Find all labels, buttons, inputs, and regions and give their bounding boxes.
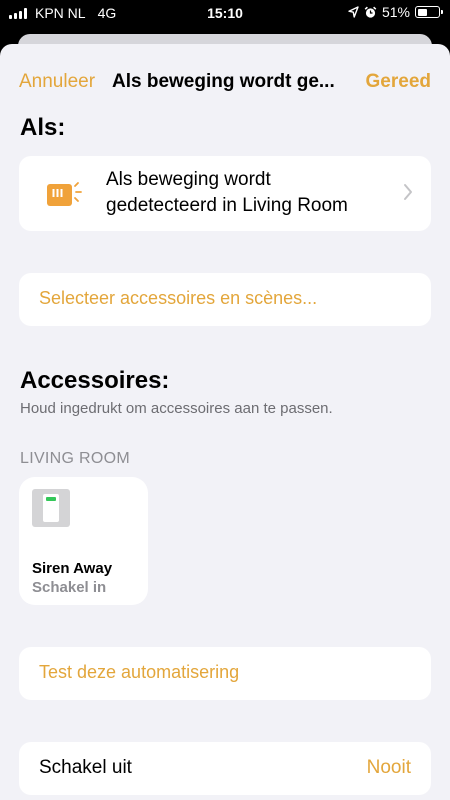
turn-off-value: Nooit: [366, 757, 411, 778]
room-label: LIVING ROOM: [20, 450, 130, 467]
trigger-row[interactable]: Als beweging wordt gedetecteerd in Livin…: [19, 156, 431, 231]
accessory-state: Schakel in: [32, 579, 107, 596]
chevron-right-icon: [404, 184, 412, 200]
accessory-name: Siren Away: [32, 560, 113, 577]
automation-sheet: Annuleer Als beweging wordt ge... Gereed…: [0, 44, 450, 800]
status-bar-right: 51%: [348, 4, 443, 20]
battery-level: [417, 8, 428, 16]
navigation-bar: Annuleer Als beweging wordt ge... Gereed: [0, 44, 450, 120]
select-accessories-button[interactable]: Selecteer accessoires en scènes...: [19, 273, 431, 326]
test-automation-label: Test deze automatisering: [39, 662, 240, 682]
test-automation-button[interactable]: Test deze automatisering: [19, 647, 431, 700]
battery-icon: [415, 6, 443, 18]
motion-sensor-icon: [47, 182, 82, 206]
accessories-hint: Houd ingedrukt om accessoires aan te pas…: [20, 400, 333, 417]
done-button[interactable]: Gereed: [366, 71, 431, 93]
accessories-heading: Accessoires:: [20, 367, 170, 394]
page-title: Als beweging wordt ge...: [112, 71, 335, 92]
switch-icon: [32, 489, 70, 527]
trigger-heading: Als:: [20, 114, 66, 141]
status-bar: KPN NL 4G 15:10 51%: [0, 0, 450, 26]
battery-percentage: 51%: [381, 4, 410, 20]
trigger-description: Als beweging wordt gedetecteerd in Livin…: [106, 169, 348, 216]
turn-off-row[interactable]: Schakel uit Nooit: [19, 742, 431, 795]
cancel-button[interactable]: Annuleer: [19, 71, 95, 93]
alarm-clock-icon: [364, 6, 377, 18]
turn-off-label: Schakel uit: [39, 757, 132, 778]
location-arrow-icon: [348, 6, 359, 18]
accessory-tile[interactable]: Siren Away Schakel in: [19, 477, 148, 605]
select-accessories-label: Selecteer accessoires en scènes...: [39, 288, 318, 308]
